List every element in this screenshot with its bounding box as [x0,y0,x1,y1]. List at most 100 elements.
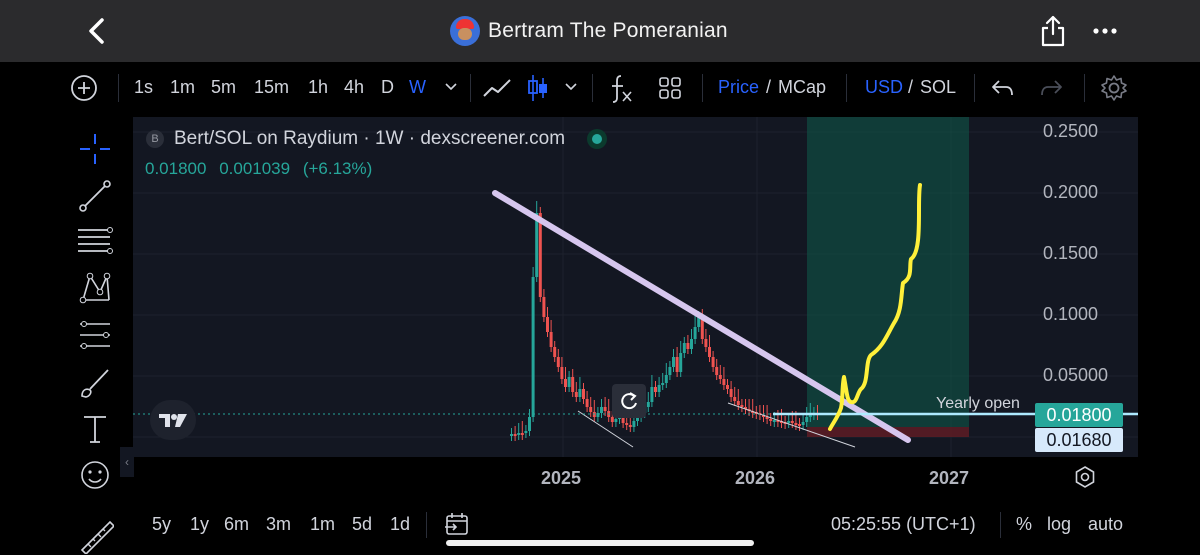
percent-scale-toggle[interactable]: % [1016,514,1032,535]
candle [625,423,629,425]
candle [585,399,589,407]
toolbar-divider [1084,74,1085,102]
yearly-open-label: Yearly open [936,395,1020,412]
mcap-toggle[interactable]: MCap [778,77,826,98]
interval-4h[interactable]: 4h [344,77,364,98]
x-axis-label: 2025 [541,468,582,488]
range-1y[interactable]: 1y [190,514,209,535]
toolbar-divider [846,74,847,102]
fib-retracement-icon[interactable] [76,222,114,260]
candle [668,367,672,375]
candle [600,407,603,413]
candle [769,419,773,421]
range-5d[interactable]: 5d [352,514,372,535]
candle [657,385,661,392]
candle [711,357,715,367]
change-pct: (+6.13%) [302,159,373,178]
indicators-fx-icon[interactable] [608,72,634,104]
toolbar-divider [118,74,119,102]
toolbar-divider [470,74,471,102]
candle [664,375,668,383]
interval-1h[interactable]: 1h [308,77,328,98]
emoji-tool-icon[interactable] [76,456,114,494]
share-icon[interactable] [1040,14,1066,48]
undo-icon[interactable] [990,76,1016,100]
sol-toggle[interactable]: SOL [920,77,956,98]
candle [726,385,729,389]
candle [574,392,578,397]
ruler-tool-icon[interactable] [76,516,114,554]
candle [510,434,513,436]
symbol-badge: B [146,130,164,148]
toolbar-divider [974,74,975,102]
collapse-panel-icon[interactable]: ‹ [120,447,134,477]
interval-w[interactable]: W [409,77,426,98]
back-chevron-icon[interactable] [82,14,112,48]
chart-type-dropdown-icon[interactable] [564,82,578,92]
tradingview-logo [150,400,196,440]
candle [542,297,546,317]
interval-d[interactable]: D [381,77,394,98]
candle [578,389,582,397]
line-chart-icon[interactable] [482,74,514,102]
candles-group [510,201,819,441]
range-1m[interactable]: 1m [310,514,335,535]
symbol-title: Bert/SOL on Raydium · 1W · dexscreener.c… [174,128,566,149]
range-5y[interactable]: 5y [152,514,171,535]
add-symbol-icon[interactable] [70,74,98,102]
interval-1m[interactable]: 1m [170,77,195,98]
title-group: Bertram The Pomeranian [450,16,728,46]
chart-legend: B Bert/SOL on Raydium · 1W · dexscreener… [146,128,608,150]
y-axis-label: 0.05000 [1043,365,1109,385]
candles-icon[interactable] [526,72,550,104]
interval-15m[interactable]: 15m [254,77,289,98]
last-price: 0.01800 [145,159,207,178]
candle [686,343,690,349]
interval-dropdown-icon[interactable] [444,82,458,92]
x-axis-label: 2026 [735,468,776,488]
candle [733,397,737,401]
usd-toggle[interactable]: USD [865,77,903,98]
range-1d[interactable]: 1d [390,514,410,535]
current-price-tag: 0.01800 [1035,403,1123,427]
candle [715,367,719,375]
price-toggle[interactable]: Price [718,77,759,98]
candle [553,347,557,357]
app-header: Bertram The Pomeranian [0,0,1200,62]
layouts-grid-icon[interactable] [658,76,682,100]
y-axis-label: 0.1000 [1043,304,1099,324]
crosshair-icon[interactable] [76,130,114,168]
candle [650,387,654,402]
interval-5m[interactable]: 5m [211,77,236,98]
candle [722,379,726,385]
interval-1s[interactable]: 1s [134,77,153,98]
prediction-tool-icon[interactable] [76,316,114,354]
axis-settings-icon[interactable] [1073,465,1097,489]
reset-chart-icon[interactable] [612,384,646,418]
text-tool-icon[interactable] [76,410,114,448]
trendline-tool-icon[interactable] [76,176,114,214]
auto-scale-toggle[interactable]: auto [1088,514,1123,535]
candle [589,407,593,412]
candle [513,434,517,436]
candle [718,375,722,379]
brush-tool-icon[interactable] [76,364,114,402]
more-options-icon[interactable] [1092,22,1118,40]
range-6m[interactable]: 6m [224,514,249,535]
candle [535,213,539,277]
go-to-date-icon[interactable] [444,511,470,537]
settings-gear-icon[interactable] [1100,74,1128,102]
redo-icon[interactable] [1038,76,1064,100]
price-mcap-separator: / [766,77,772,97]
y-axis-label: 0.2000 [1043,182,1099,202]
range-3m[interactable]: 3m [266,514,291,535]
candle [690,339,693,349]
clock-time[interactable]: 05:25:55 (UTC+1) [831,514,976,535]
candle [682,343,686,353]
candle [646,402,650,407]
pattern-tool-icon[interactable] [76,268,114,306]
candle [571,377,575,392]
candle [517,433,521,435]
log-scale-toggle[interactable]: log [1047,514,1071,535]
candle [531,277,535,417]
